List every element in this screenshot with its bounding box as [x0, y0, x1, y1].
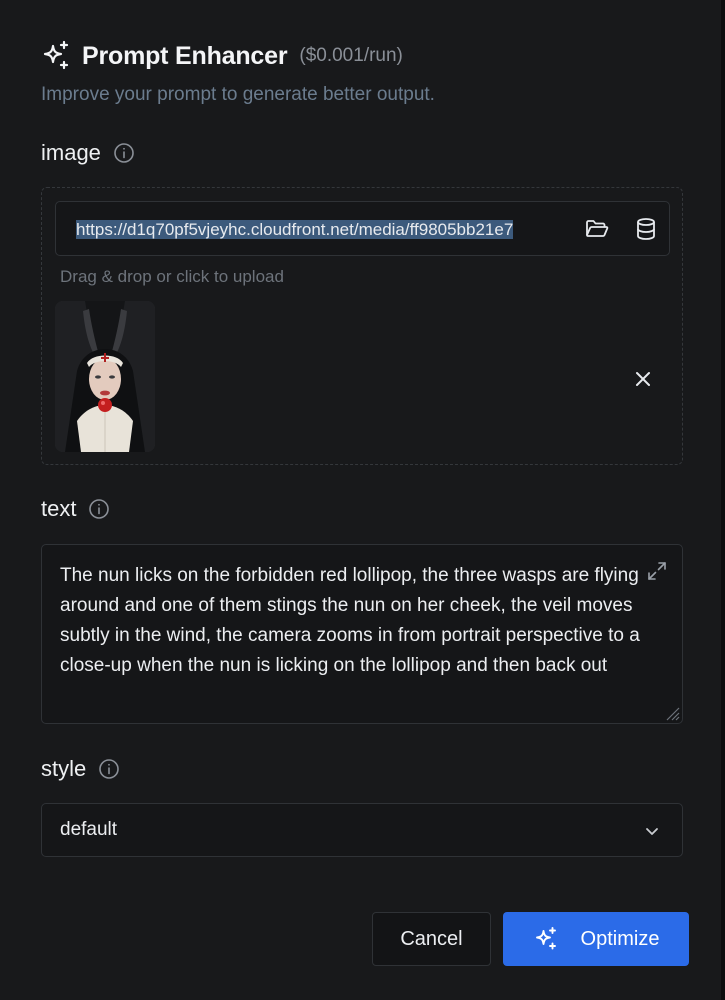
info-icon[interactable] — [88, 498, 110, 520]
image-label-text: image — [41, 140, 101, 165]
image-url-selection: https://d1q70pf5vjeyhc.cloudfront.net/me… — [76, 220, 514, 239]
cancel-button-label: Cancel — [400, 927, 463, 950]
text-label-text: text — [41, 496, 77, 521]
dialog-title: Prompt Enhancer — [82, 41, 288, 70]
text-field-label: text — [41, 496, 110, 522]
expand-icon[interactable] — [646, 560, 668, 582]
chevron-down-icon — [646, 828, 658, 835]
folder-open-icon[interactable] — [584, 216, 610, 242]
cancel-button[interactable]: Cancel — [372, 912, 491, 966]
image-url-input[interactable]: https://d1q70pf5vjeyhc.cloudfront.net/me… — [55, 201, 670, 256]
dialog-header: Prompt Enhancer ($0.001/run) — [40, 38, 403, 74]
style-select[interactable]: default — [41, 803, 683, 857]
image-url-value[interactable]: https://d1q70pf5vjeyhc.cloudfront.net/me… — [76, 218, 564, 242]
nun-portrait-thumbnail — [55, 301, 155, 452]
image-dropzone[interactable]: https://d1q70pf5vjeyhc.cloudfront.net/me… — [41, 187, 683, 465]
prompt-enhancer-dialog: Prompt Enhancer ($0.001/run) Improve you… — [0, 0, 723, 1000]
optimize-button-label: Optimize — [580, 927, 660, 950]
database-icon[interactable] — [633, 216, 659, 242]
optimize-button[interactable]: Optimize — [503, 912, 689, 966]
style-label-text: style — [41, 756, 87, 781]
upload-hint: Drag & drop or click to upload — [60, 267, 284, 286]
dialog-subtitle: Improve your prompt to generate better o… — [41, 84, 435, 105]
image-thumbnail — [55, 301, 155, 452]
close-icon[interactable] — [630, 366, 656, 392]
sparkles-icon — [43, 40, 69, 70]
style-selected-value: default — [60, 819, 118, 840]
price-label: ($0.001/run) — [299, 45, 403, 66]
prompt-text[interactable]: The nun licks on the forbidden red lolli… — [60, 561, 640, 681]
prompt-textarea[interactable]: The nun licks on the forbidden red lolli… — [41, 544, 683, 724]
sparkles-icon — [535, 927, 556, 950]
image-field-label: image — [41, 140, 135, 166]
style-field-label: style — [41, 756, 120, 782]
info-icon[interactable] — [113, 142, 135, 164]
resize-handle-icon[interactable] — [662, 703, 680, 721]
info-icon[interactable] — [98, 758, 120, 780]
